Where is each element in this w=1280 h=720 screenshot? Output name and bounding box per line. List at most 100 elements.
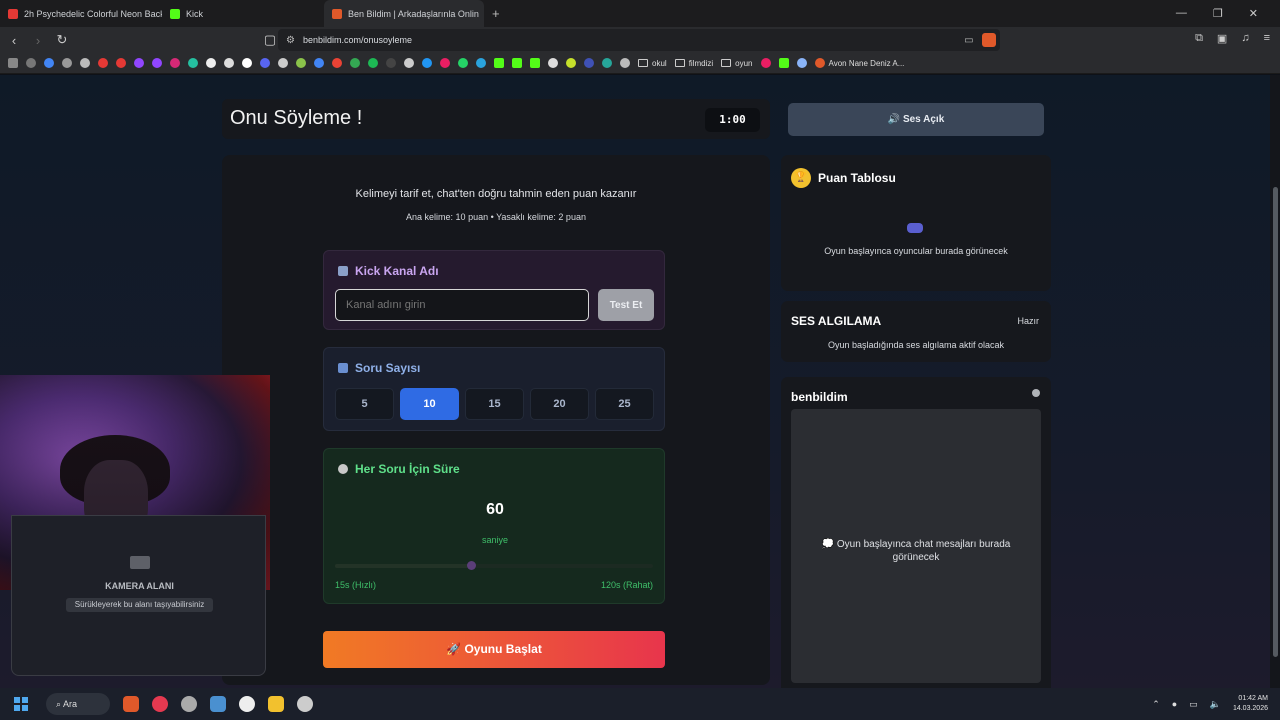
bookmark-icon[interactable] bbox=[386, 58, 396, 68]
timer-badge: 1:00 bbox=[705, 108, 760, 132]
bookmark-icon[interactable] bbox=[760, 58, 771, 68]
kick-icon[interactable] bbox=[512, 58, 522, 68]
bookmark-icon[interactable] bbox=[296, 58, 306, 68]
clock[interactable]: 01:42 AM 14.03.2026 bbox=[1233, 694, 1268, 714]
extensions-icon[interactable]: ⧉ bbox=[1195, 32, 1203, 45]
back-icon[interactable]: ‹ bbox=[4, 33, 24, 48]
bookmark-icon[interactable] bbox=[314, 58, 324, 68]
network-icon[interactable]: ▭ bbox=[1189, 699, 1198, 710]
settings-icon[interactable] bbox=[297, 696, 313, 712]
bookmark-icon[interactable]: ▢ bbox=[260, 32, 280, 48]
kick-icon[interactable] bbox=[778, 58, 789, 68]
media-player-icon[interactable] bbox=[152, 696, 168, 712]
telegram-icon[interactable] bbox=[476, 58, 486, 68]
bookmark-icon[interactable] bbox=[188, 58, 198, 68]
tab-benbildim[interactable]: Ben Bildim | Arkadaşlarınla Onlin × bbox=[324, 0, 484, 27]
taskbar-search[interactable]: ⌕ Ara bbox=[46, 693, 110, 715]
question-count-option-20[interactable]: 20 bbox=[530, 388, 589, 420]
question-count-options: 5 10 15 20 25 bbox=[335, 388, 654, 420]
tab-youtube[interactable]: 2h Psychedelic Colorful Neon Backgr bbox=[0, 0, 162, 27]
bookmark-icon[interactable] bbox=[548, 58, 558, 68]
folder-label: filmdizi bbox=[688, 58, 714, 68]
scrollbar-thumb[interactable] bbox=[1273, 187, 1278, 657]
new-tab-button[interactable]: + bbox=[484, 6, 508, 21]
camera-icon bbox=[130, 556, 150, 569]
google-icon[interactable] bbox=[44, 58, 54, 68]
instagram-icon[interactable] bbox=[170, 58, 180, 68]
github-icon[interactable] bbox=[404, 58, 414, 68]
cast-icon[interactable]: ▭ bbox=[964, 35, 973, 46]
kick-icon[interactable] bbox=[494, 58, 504, 68]
sound-toggle-button[interactable]: 🔊 Ses Açık bbox=[788, 103, 1044, 136]
bookmark-icon[interactable] bbox=[80, 58, 90, 68]
bookmark-avon[interactable]: Avon Nane Deniz A... bbox=[814, 58, 904, 68]
browser-tools: ⧉ ▣ ♫ ≡ bbox=[1195, 32, 1270, 45]
bookmark-icon[interactable] bbox=[224, 58, 234, 68]
x-icon[interactable] bbox=[206, 58, 216, 68]
bookmark-icon[interactable] bbox=[278, 58, 288, 68]
bookmark-icon[interactable] bbox=[796, 58, 807, 68]
bookmark-folder-filmdizi[interactable]: filmdizi bbox=[674, 58, 714, 68]
menu-icon[interactable]: ≡ bbox=[1264, 32, 1270, 45]
game-settings-panel: Kelimeyi tarif et, chat'ten doğru tahmin… bbox=[222, 155, 770, 685]
tiktok-icon[interactable] bbox=[242, 58, 252, 68]
chart-icon bbox=[338, 363, 348, 373]
time-slider[interactable] bbox=[335, 561, 653, 570]
bookmark-icon[interactable] bbox=[440, 58, 450, 68]
close-window-icon[interactable]: ✕ bbox=[1249, 7, 1258, 20]
channel-name-input[interactable] bbox=[335, 289, 589, 321]
tray-expand-icon[interactable]: ⌃ bbox=[1152, 699, 1160, 710]
system-tray: ⌃ ● ▭ 🔈 01:42 AM 14.03.2026 bbox=[1152, 694, 1280, 714]
spotify-icon[interactable] bbox=[368, 58, 378, 68]
maximize-icon[interactable]: ❐ bbox=[1213, 7, 1223, 20]
question-count-card: Soru Sayısı 5 10 15 20 25 bbox=[323, 347, 665, 431]
bookmark-icon[interactable] bbox=[620, 58, 630, 68]
twitch-icon[interactable] bbox=[152, 58, 162, 68]
volume-icon[interactable]: 🔈 bbox=[1210, 699, 1221, 710]
apps-icon[interactable] bbox=[8, 58, 18, 68]
discord-icon[interactable] bbox=[260, 58, 270, 68]
url-field[interactable]: ⚙ benbildim.com/onusoyleme ▭ ⇪ bbox=[278, 29, 1000, 51]
site-info-icon[interactable]: ⚙ bbox=[286, 35, 295, 46]
gmail-icon[interactable] bbox=[332, 58, 342, 68]
camera-area[interactable]: KAMERA ALANI Sürükleyerek bu alanı taşıy… bbox=[11, 515, 266, 676]
bookmark-icon[interactable] bbox=[584, 58, 594, 68]
youtube-icon[interactable] bbox=[98, 58, 108, 68]
file-explorer-icon[interactable] bbox=[268, 696, 284, 712]
start-game-button[interactable]: 🚀 Oyunu Başlat bbox=[323, 631, 665, 668]
bookmark-icon[interactable] bbox=[602, 58, 612, 68]
windows-start-icon[interactable] bbox=[14, 697, 28, 711]
tab-kick[interactable]: Kick bbox=[162, 0, 324, 27]
bookmark-icon[interactable] bbox=[62, 58, 72, 68]
bookmark-icon[interactable] bbox=[422, 58, 432, 68]
photos-icon[interactable] bbox=[210, 696, 226, 712]
bookmark-folder-oyun[interactable]: oyun bbox=[721, 59, 753, 68]
brave-shield-icon[interactable] bbox=[982, 33, 996, 47]
microphone-icon[interactable]: ● bbox=[1172, 699, 1177, 709]
minimize-icon[interactable]: — bbox=[1176, 7, 1187, 20]
question-count-option-10[interactable]: 10 bbox=[400, 388, 459, 420]
time-per-question-card: Her Soru İçin Süre 60 saniye 15s (Hızlı)… bbox=[323, 448, 665, 604]
history-icon[interactable] bbox=[26, 58, 36, 68]
tab-label: Kick bbox=[186, 8, 204, 19]
test-button[interactable]: Test Et bbox=[598, 289, 654, 321]
bookmark-folder-okul[interactable]: okul bbox=[638, 59, 667, 68]
reload-icon[interactable]: ↻ bbox=[52, 32, 72, 48]
media-icon[interactable]: ♫ bbox=[1241, 32, 1249, 45]
page-scrollbar[interactable] bbox=[1270, 75, 1280, 688]
bookmark-icon[interactable] bbox=[566, 58, 576, 68]
drive-icon[interactable] bbox=[350, 58, 360, 68]
twitch-icon[interactable] bbox=[134, 58, 144, 68]
brave-icon[interactable] bbox=[123, 696, 139, 712]
youtube-icon[interactable] bbox=[116, 58, 126, 68]
forward-icon[interactable]: › bbox=[28, 33, 48, 48]
question-count-option-25[interactable]: 25 bbox=[595, 388, 654, 420]
time-slider-handle[interactable] bbox=[467, 561, 477, 570]
whatsapp-icon[interactable] bbox=[458, 58, 468, 68]
question-count-option-15[interactable]: 15 bbox=[465, 388, 524, 420]
wallet-icon[interactable]: ▣ bbox=[1217, 32, 1227, 45]
kick-icon[interactable] bbox=[530, 58, 540, 68]
question-count-option-5[interactable]: 5 bbox=[335, 388, 394, 420]
obs-icon[interactable] bbox=[181, 696, 197, 712]
app-icon[interactable] bbox=[239, 696, 255, 712]
